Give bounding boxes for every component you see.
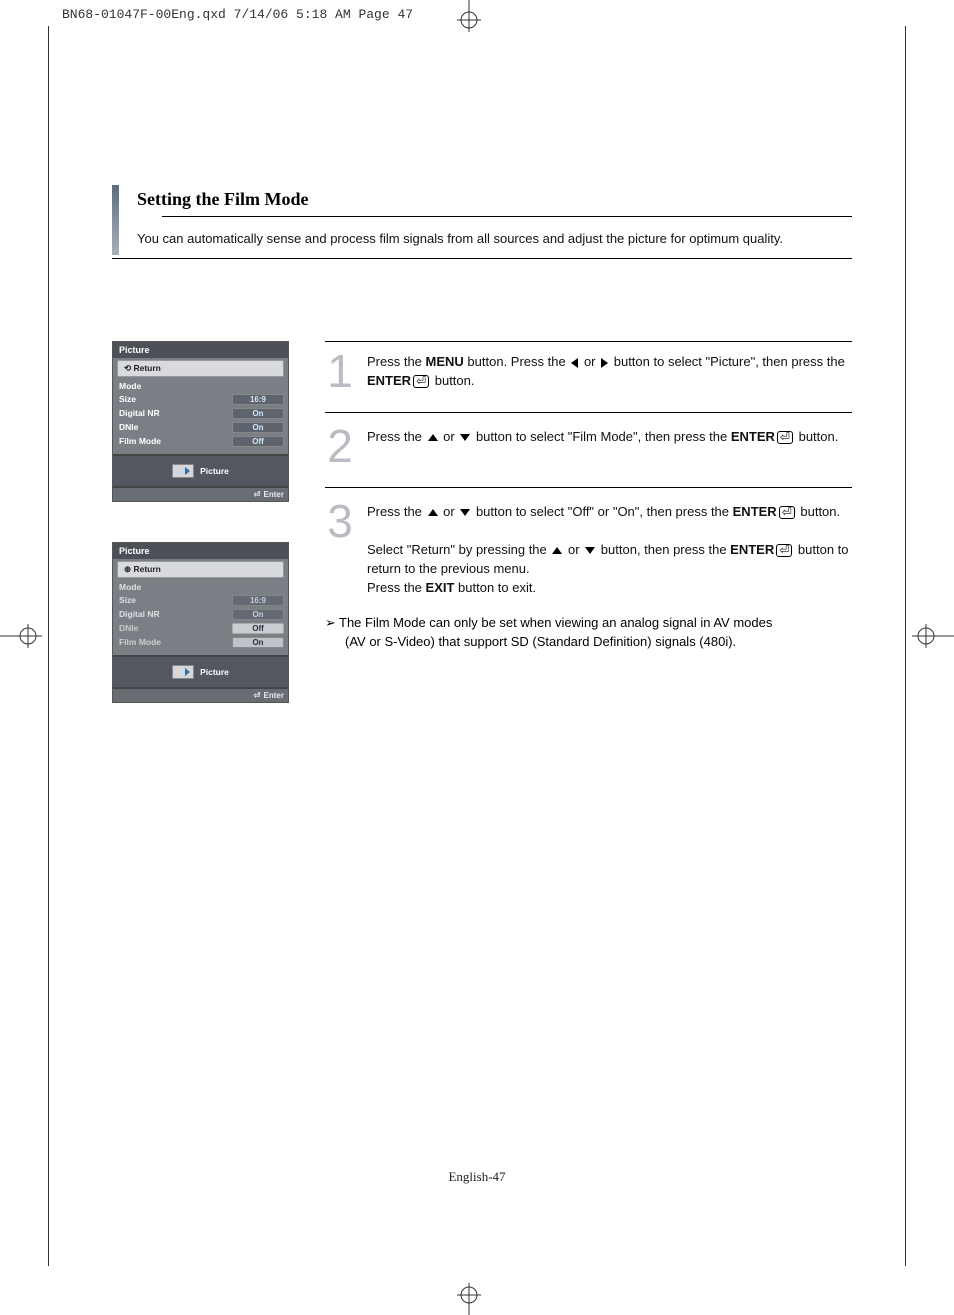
down-arrow-icon [585, 547, 595, 554]
step-2: 2 Press the or button to select "Film Mo… [325, 427, 852, 488]
osd-title: Picture [113, 543, 288, 559]
registration-mark-left [0, 622, 42, 650]
section-subtitle: You can automatically sense and process … [137, 231, 852, 246]
osd-return: ⊛ Return [117, 561, 284, 578]
page-number: English-47 [448, 1169, 505, 1185]
trim-line-left [48, 26, 49, 1266]
page-content: Setting the Film Mode You can automatica… [112, 185, 852, 703]
step-number: 1 [325, 352, 355, 390]
up-arrow-icon [428, 434, 438, 441]
down-arrow-icon [460, 434, 470, 441]
print-header: BN68-01047F-00Eng.qxd 7/14/06 5:18 AM Pa… [62, 7, 413, 22]
registration-mark-top [455, 0, 483, 32]
osd-screenshot-2: Picture ⊛ Return Mode Size16:9 Digital N… [112, 542, 289, 703]
right-arrow-icon [601, 358, 608, 368]
step-number: 3 [325, 502, 355, 597]
step-3: 3 Press the or button to select "Off" or… [325, 502, 852, 607]
registration-mark-right [912, 622, 954, 650]
section-title: Setting the Film Mode [137, 185, 852, 210]
up-arrow-icon [428, 509, 438, 516]
osd-title: Picture [113, 342, 288, 358]
up-arrow-icon [552, 547, 562, 554]
enter-icon: ⏎ [777, 431, 793, 444]
step-text: Press the MENU button. Press the or butt… [367, 352, 852, 390]
osd-return: ⟲ Return [117, 360, 284, 377]
section-header: Setting the Film Mode You can automatica… [112, 185, 852, 259]
step-number: 2 [325, 427, 355, 465]
enter-icon: ⏎ [779, 506, 795, 519]
osd-screenshot-1: Picture ⟲ Return Mode Size16:9 Digital N… [112, 341, 289, 703]
step-text: Press the or button to select "Off" or "… [367, 502, 852, 597]
step-1: 1 Press the MENU button. Press the or bu… [325, 352, 852, 413]
registration-mark-bottom [455, 1283, 483, 1315]
title-accent-bar [112, 185, 119, 255]
step-text: Press the or button to select "Film Mode… [367, 427, 852, 465]
left-arrow-icon [571, 358, 578, 368]
note-bullet-icon: ➢ [325, 613, 339, 632]
down-arrow-icon [460, 509, 470, 516]
enter-icon: ⏎ [413, 375, 429, 388]
trim-line-right [905, 26, 906, 1266]
note: ➢The Film Mode can only be set when view… [325, 613, 852, 651]
instruction-steps: 1 Press the MENU button. Press the or bu… [325, 341, 852, 651]
enter-icon: ⏎ [776, 544, 792, 557]
